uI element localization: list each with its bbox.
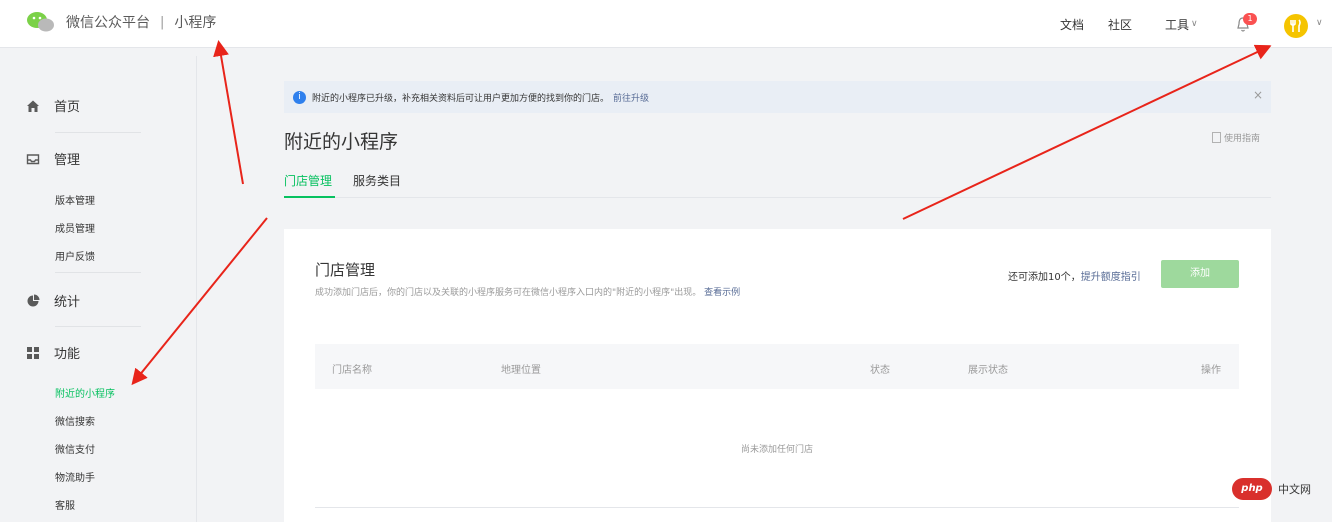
grid-icon	[26, 346, 40, 360]
chevron-down-icon: ∨	[1191, 19, 1198, 29]
card-description: 成功添加门店后，你的门店以及关联的小程序服务可在微信小程序入口内的"附近的小程序…	[315, 285, 785, 301]
add-store-button[interactable]: 添加	[1161, 260, 1239, 288]
divider	[55, 326, 141, 327]
column-header-status: 状态	[870, 365, 890, 376]
table-header: 门店名称 地理位置 状态 展示状态 操作	[315, 344, 1239, 389]
nav-tools[interactable]: 工具 ∨	[1165, 0, 1198, 48]
chevron-down-icon[interactable]: ∨	[1316, 18, 1323, 28]
sidebar-item-nearby[interactable]: 附近的小程序	[55, 385, 115, 400]
notice-text: 附近的小程序已升级，补充相关资料后可让用户更加方便的找到你的门店。	[312, 93, 610, 104]
empty-state-text: 尚未添加任何门店	[740, 445, 813, 455]
tab-bar: 门店管理 服务类目	[284, 172, 1271, 198]
page-title: 附近的小程序	[284, 131, 399, 153]
sidebar-item-wechat-pay[interactable]: 微信支付	[55, 441, 95, 456]
divider	[55, 132, 141, 133]
nav-docs[interactable]: 文档	[1060, 0, 1084, 48]
info-icon: i	[293, 90, 306, 104]
sidebar-item-wechat-search[interactable]: 微信搜索	[55, 413, 95, 428]
watermark-text: 中文网	[1278, 483, 1311, 496]
column-header-display-status: 展示状态	[968, 365, 1008, 376]
tab-store-management[interactable]: 门店管理	[284, 172, 335, 198]
sidebar-group-label: 功能	[54, 347, 81, 362]
brand-separator: |	[160, 14, 165, 30]
notification-badge: 1	[1243, 13, 1257, 25]
avatar[interactable]	[1284, 14, 1308, 38]
sidebar-group-manage[interactable]: 管理	[26, 149, 80, 168]
upgrade-link[interactable]: 前往升级	[613, 91, 649, 104]
column-header-actions: 操作	[1201, 365, 1221, 376]
quota-text: 还可添加10个，	[1008, 272, 1081, 283]
inbox-icon	[26, 152, 40, 166]
upgrade-notice: i 附近的小程序已升级，补充相关资料后可让用户更加方便的找到你的门店。 前往升级	[284, 81, 1271, 113]
divider	[315, 507, 1239, 508]
sidebar-item-logistics[interactable]: 物流助手	[55, 469, 95, 484]
card-title: 门店管理	[315, 261, 376, 279]
brand[interactable]: 微信公众平台 | 小程序	[26, 10, 216, 34]
store-card: 门店管理 成功添加门店后，你的门店以及关联的小程序服务可在微信小程序入口内的"附…	[284, 229, 1271, 522]
guide-label: 使用指南	[1224, 134, 1261, 144]
quota-info: 还可添加10个，提升额度指引	[1008, 268, 1141, 283]
sidebar-item-members[interactable]: 成员管理	[55, 220, 95, 235]
sidebar: 首页 管理 版本管理 成员管理 用户反馈 统计 功能 附近的小程序 微信搜索 微…	[0, 56, 197, 522]
sidebar-group-stats[interactable]: 统计	[26, 291, 80, 310]
sidebar-group-features[interactable]: 功能	[26, 343, 80, 362]
sidebar-group-label: 管理	[54, 153, 81, 168]
sidebar-group-label: 首页	[54, 100, 81, 115]
sidebar-item-customer-service[interactable]: 客服	[55, 497, 75, 512]
pie-chart-icon	[26, 294, 40, 308]
card-description-text: 成功添加门店后，你的门店以及关联的小程序服务可在微信小程序入口内的"附近的小程序…	[315, 288, 702, 298]
arrow-to-brand	[213, 40, 244, 185]
brand-subtitle: 小程序	[174, 15, 217, 31]
top-bar: 微信公众平台 | 小程序 文档 社区 工具 ∨ 1 ∨	[0, 0, 1332, 48]
sidebar-item-version[interactable]: 版本管理	[55, 192, 95, 207]
nav-tools-label: 工具	[1165, 17, 1190, 32]
php-logo: php	[1232, 478, 1272, 500]
sidebar-group-home[interactable]: 首页	[26, 96, 80, 115]
sidebar-group-label: 统计	[54, 295, 81, 310]
view-example-link[interactable]: 查看示例	[704, 288, 740, 298]
divider	[55, 272, 141, 273]
column-header-location: 地理位置	[501, 365, 541, 376]
column-header-name: 门店名称	[332, 365, 372, 376]
watermark: php 中文网	[1232, 478, 1311, 500]
brand-name: 微信公众平台	[66, 15, 150, 31]
guide-link[interactable]: 使用指南	[1212, 131, 1260, 144]
nav-community[interactable]: 社区	[1108, 0, 1132, 48]
close-icon[interactable]: ×	[1253, 88, 1263, 102]
quota-guide-link[interactable]: 提升额度指引	[1081, 272, 1141, 283]
home-icon	[26, 99, 40, 113]
document-icon	[1212, 132, 1221, 143]
sidebar-item-feedback[interactable]: 用户反馈	[55, 248, 95, 263]
tab-service-category[interactable]: 服务类目	[353, 172, 401, 198]
wechat-logo-icon	[26, 10, 56, 34]
